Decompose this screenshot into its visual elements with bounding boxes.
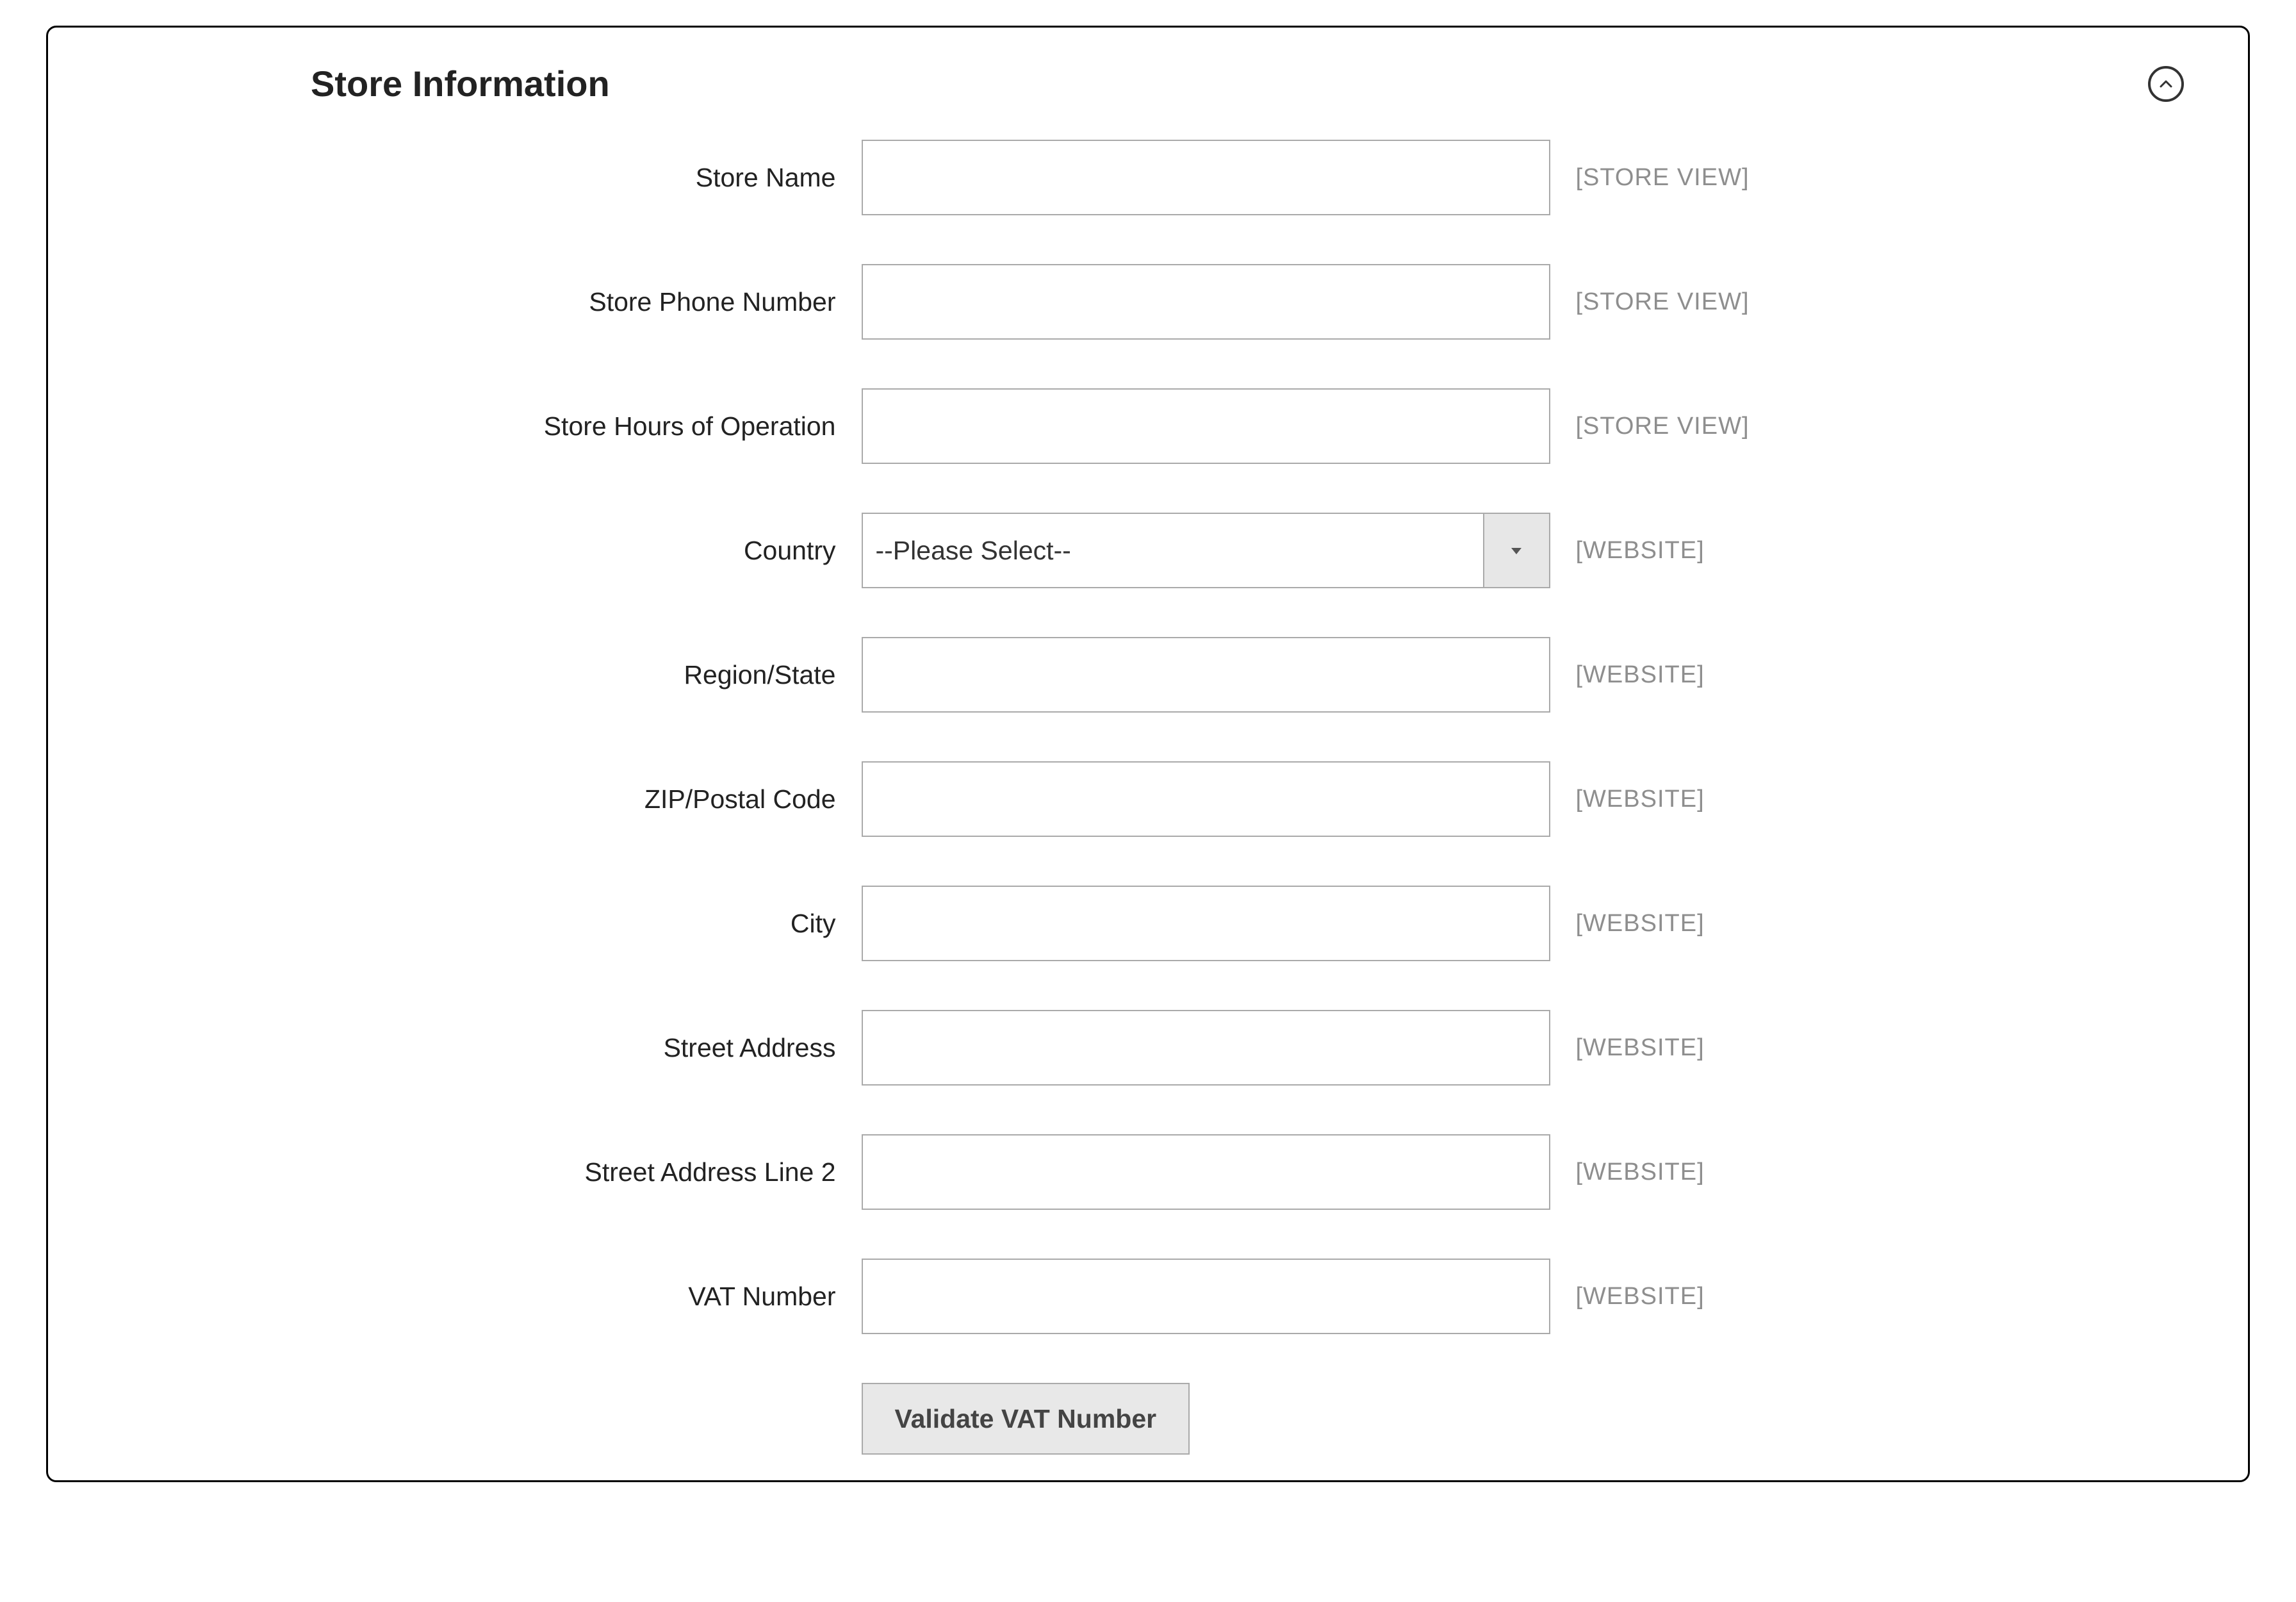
label-street2: Street Address Line 2	[259, 1157, 836, 1187]
row-validate-vat: Validate VAT Number	[125, 1383, 2171, 1455]
input-wrap-street	[862, 1010, 1550, 1086]
zip-input[interactable]	[862, 761, 1550, 837]
input-wrap-region-state	[862, 637, 1550, 713]
label-zip: ZIP/Postal Code	[259, 784, 836, 814]
form-body: Store Name [STORE VIEW] Store Phone Numb…	[86, 140, 2210, 1455]
scope-zip: [WEBSITE]	[1576, 786, 2037, 813]
row-store-hours: Store Hours of Operation [STORE VIEW]	[125, 388, 2171, 464]
country-select[interactable]: --Please Select--	[862, 513, 1550, 588]
row-store-phone: Store Phone Number [STORE VIEW]	[125, 264, 2171, 340]
label-store-phone: Store Phone Number	[259, 287, 836, 317]
store-information-panel: Store Information Store Name [STORE VIEW…	[46, 26, 2250, 1482]
row-city: City [WEBSITE]	[125, 886, 2171, 961]
scope-city: [WEBSITE]	[1576, 910, 2037, 937]
label-city: City	[259, 909, 836, 939]
row-store-name: Store Name [STORE VIEW]	[125, 140, 2171, 215]
scope-country: [WEBSITE]	[1576, 537, 2037, 565]
chevron-up-icon	[2158, 76, 2174, 92]
scope-street: [WEBSITE]	[1576, 1034, 2037, 1062]
row-street2: Street Address Line 2 [WEBSITE]	[125, 1134, 2171, 1210]
scope-vat: [WEBSITE]	[1576, 1283, 2037, 1310]
scope-region-state: [WEBSITE]	[1576, 661, 2037, 689]
validate-vat-button[interactable]: Validate VAT Number	[862, 1383, 1190, 1455]
store-phone-input[interactable]	[862, 264, 1550, 340]
scope-store-name: [STORE VIEW]	[1576, 164, 2037, 192]
label-store-hours: Store Hours of Operation	[259, 411, 836, 442]
scope-store-phone: [STORE VIEW]	[1576, 288, 2037, 316]
label-region-state: Region/State	[259, 660, 836, 690]
row-region-state: Region/State [WEBSITE]	[125, 637, 2171, 713]
label-street: Street Address	[259, 1033, 836, 1063]
label-vat: VAT Number	[259, 1282, 836, 1312]
store-name-input[interactable]	[862, 140, 1550, 215]
button-wrap: Validate VAT Number	[862, 1383, 1550, 1455]
scope-street2: [WEBSITE]	[1576, 1159, 2037, 1186]
store-hours-input[interactable]	[862, 388, 1550, 464]
input-wrap-store-phone	[862, 264, 1550, 340]
city-input[interactable]	[862, 886, 1550, 961]
row-street: Street Address [WEBSITE]	[125, 1010, 2171, 1086]
input-wrap-city	[862, 886, 1550, 961]
section-title: Store Information	[311, 63, 610, 104]
street2-input[interactable]	[862, 1134, 1550, 1210]
row-country: Country --Please Select-- [WEBSITE]	[125, 513, 2171, 588]
row-zip: ZIP/Postal Code [WEBSITE]	[125, 761, 2171, 837]
label-store-name: Store Name	[259, 163, 836, 193]
region-state-input[interactable]	[862, 637, 1550, 713]
input-wrap-vat	[862, 1259, 1550, 1334]
street-input[interactable]	[862, 1010, 1550, 1086]
label-country: Country	[259, 536, 836, 566]
input-wrap-street2	[862, 1134, 1550, 1210]
collapse-toggle-button[interactable]	[2148, 66, 2184, 102]
scope-store-hours: [STORE VIEW]	[1576, 413, 2037, 440]
input-wrap-store-name	[862, 140, 1550, 215]
input-wrap-store-hours	[862, 388, 1550, 464]
section-header: Store Information	[86, 47, 2210, 140]
input-wrap-zip	[862, 761, 1550, 837]
input-wrap-country: --Please Select--	[862, 513, 1550, 588]
row-vat: VAT Number [WEBSITE]	[125, 1259, 2171, 1334]
vat-input[interactable]	[862, 1259, 1550, 1334]
country-select-wrapper: --Please Select--	[862, 513, 1550, 588]
